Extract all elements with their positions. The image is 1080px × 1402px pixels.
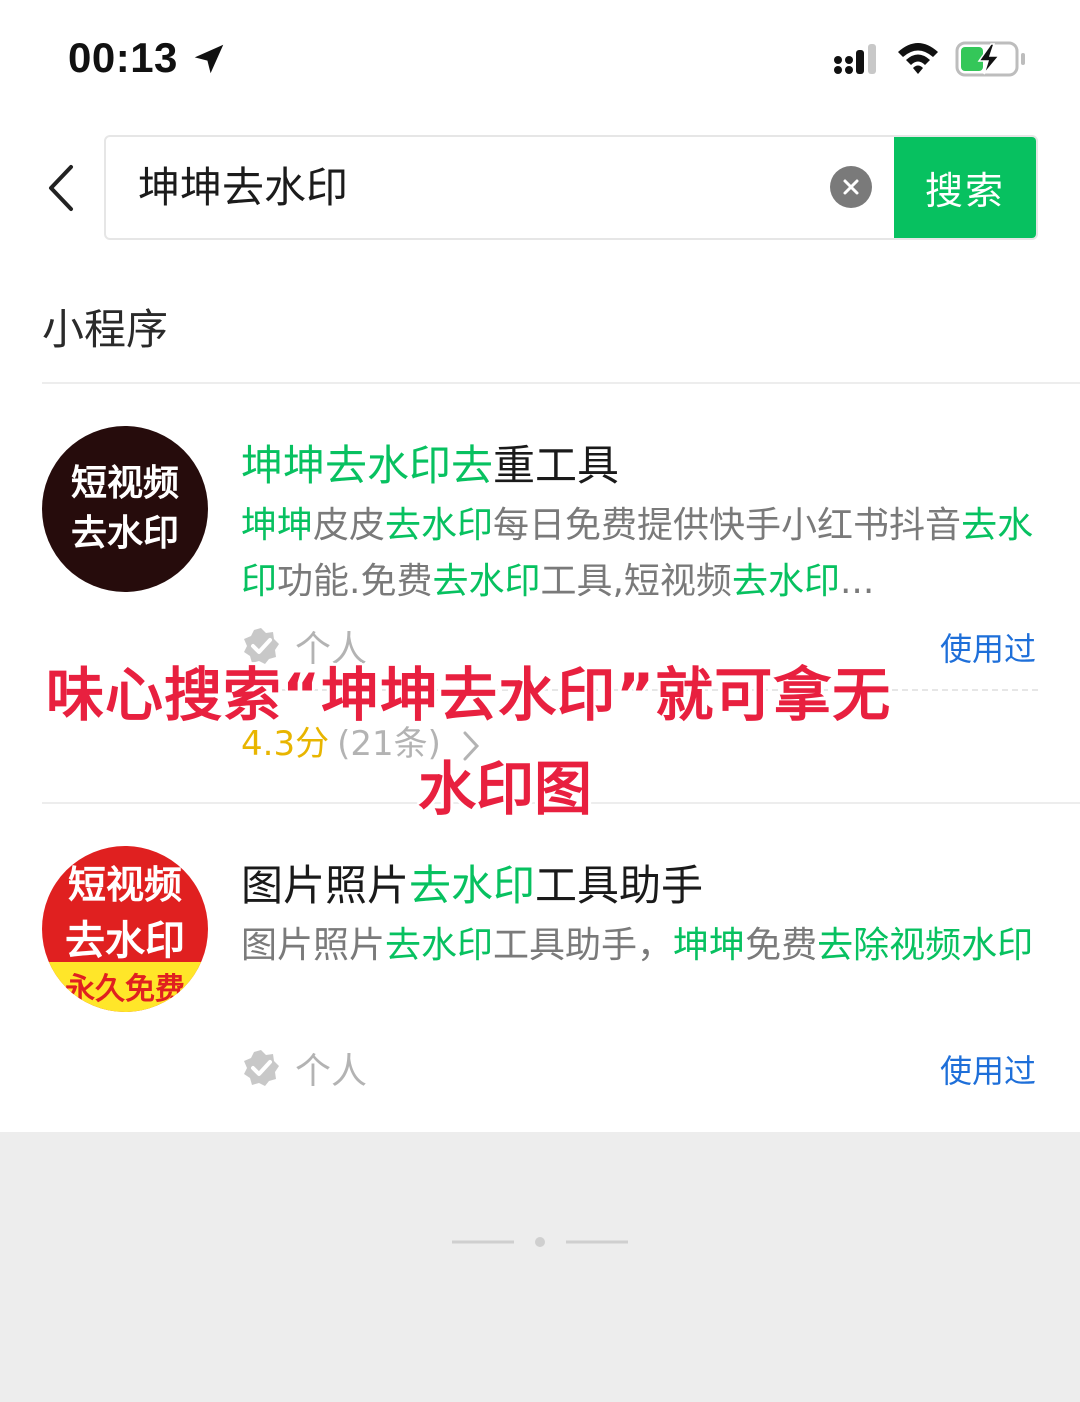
clear-icon — [843, 179, 859, 195]
search-button[interactable]: 搜索 — [894, 137, 1036, 238]
mini-program-avatar: 短视频 去水印 永久免费 — [42, 846, 208, 1012]
avatar-text-line-1: 短视频 — [67, 863, 182, 907]
used-label: 使用过 — [939, 1052, 1036, 1090]
desc-part: 图片照片 — [241, 925, 386, 966]
result-title[interactable]: 坤坤去水印去重工具 — [241, 432, 619, 493]
avatar-text-line-3: 永久免费 — [65, 972, 185, 1007]
result-item-1[interactable]: 短视频 去水印 坤坤去水印去重工具 坤坤皮皮去水印每日免费提供快手小红书抖音去水… — [0, 384, 1080, 802]
title-pre: 图片照片 — [241, 861, 410, 910]
owner-info: 个人 — [241, 1042, 367, 1094]
result-title[interactable]: 图片照片去水印工具助手 — [241, 852, 703, 913]
bottom-empty-area — [0, 1132, 1080, 1402]
desc-part: 每日免费提供快手小红书抖音 — [493, 505, 962, 546]
cellular-signal-icon — [834, 44, 876, 74]
desc-part: 去水印 — [432, 561, 541, 602]
page-indicator — [452, 1237, 628, 1247]
desc-part: 水印 — [961, 925, 1034, 966]
desc-part: 去除视频 — [817, 925, 962, 966]
desc-part: 去水印 — [385, 505, 494, 546]
desc-part: 免费 — [745, 925, 818, 966]
overlay-caption-line-1: 味心搜索“坤坤去水印”就可拿无 — [46, 661, 892, 729]
result-description: 坤坤皮皮去水印每日免费提供快手小红书抖音去水印功能.免费去水印工具,短视频去水印… — [241, 498, 1041, 610]
desc-part: 去水印 — [731, 561, 840, 602]
desc-part: 皮皮 — [313, 505, 386, 546]
title-rest: 工具助手 — [535, 861, 704, 910]
location-arrow-icon — [194, 44, 224, 74]
desc-part: 坤坤 — [241, 505, 314, 546]
back-button[interactable] — [30, 155, 90, 221]
screen: 00:13 坤坤去水印 搜索 小程序 短视频 去水印 坤坤去水印去重工具 坤坤皮… — [0, 0, 1080, 1402]
status-time: 00:13 — [68, 34, 178, 81]
result-description: 图片照片去水印工具助手，坤坤免费去除视频水印 — [241, 918, 1041, 974]
search-box: 坤坤去水印 搜索 — [104, 135, 1038, 240]
avatar-text-line-2: 去水印 — [70, 513, 179, 554]
section-title: 小程序 — [42, 305, 169, 354]
mini-program-avatar: 短视频 去水印 — [42, 426, 208, 592]
desc-part: ... — [839, 561, 875, 602]
wifi-icon — [898, 43, 938, 74]
back-chevron-icon — [49, 165, 73, 211]
result-item-2[interactable]: 短视频 去水印 永久免费 图片照片去水印工具助手 图片照片去水印工具助手，坤坤免… — [0, 804, 1080, 1132]
owner-type: 个人 — [295, 1051, 368, 1092]
search-input[interactable]: 坤坤去水印 — [138, 137, 348, 238]
clear-button[interactable] — [830, 166, 872, 208]
status-bar: 00:13 — [0, 0, 1080, 110]
avatar-text-line-1: 短视频 — [70, 463, 179, 504]
title-rest: 重工具 — [493, 441, 620, 490]
desc-part: 工具助手， — [493, 925, 674, 966]
title-highlight: 去水印 — [409, 861, 536, 910]
desc-part: 坤坤 — [673, 925, 746, 966]
verified-badge-icon — [244, 1050, 279, 1086]
desc-part: 功能.免费 — [277, 561, 433, 602]
avatar-text-line-2: 去水印 — [65, 918, 185, 964]
title-highlight: 坤坤去水印去 — [241, 441, 494, 490]
desc-part: 去水印 — [385, 925, 494, 966]
overlay-caption-line-2: 水印图 — [418, 755, 593, 823]
desc-part: 工具,短视频 — [540, 561, 732, 602]
used-label: 使用过 — [939, 630, 1036, 668]
battery-charging-icon — [955, 41, 1025, 77]
